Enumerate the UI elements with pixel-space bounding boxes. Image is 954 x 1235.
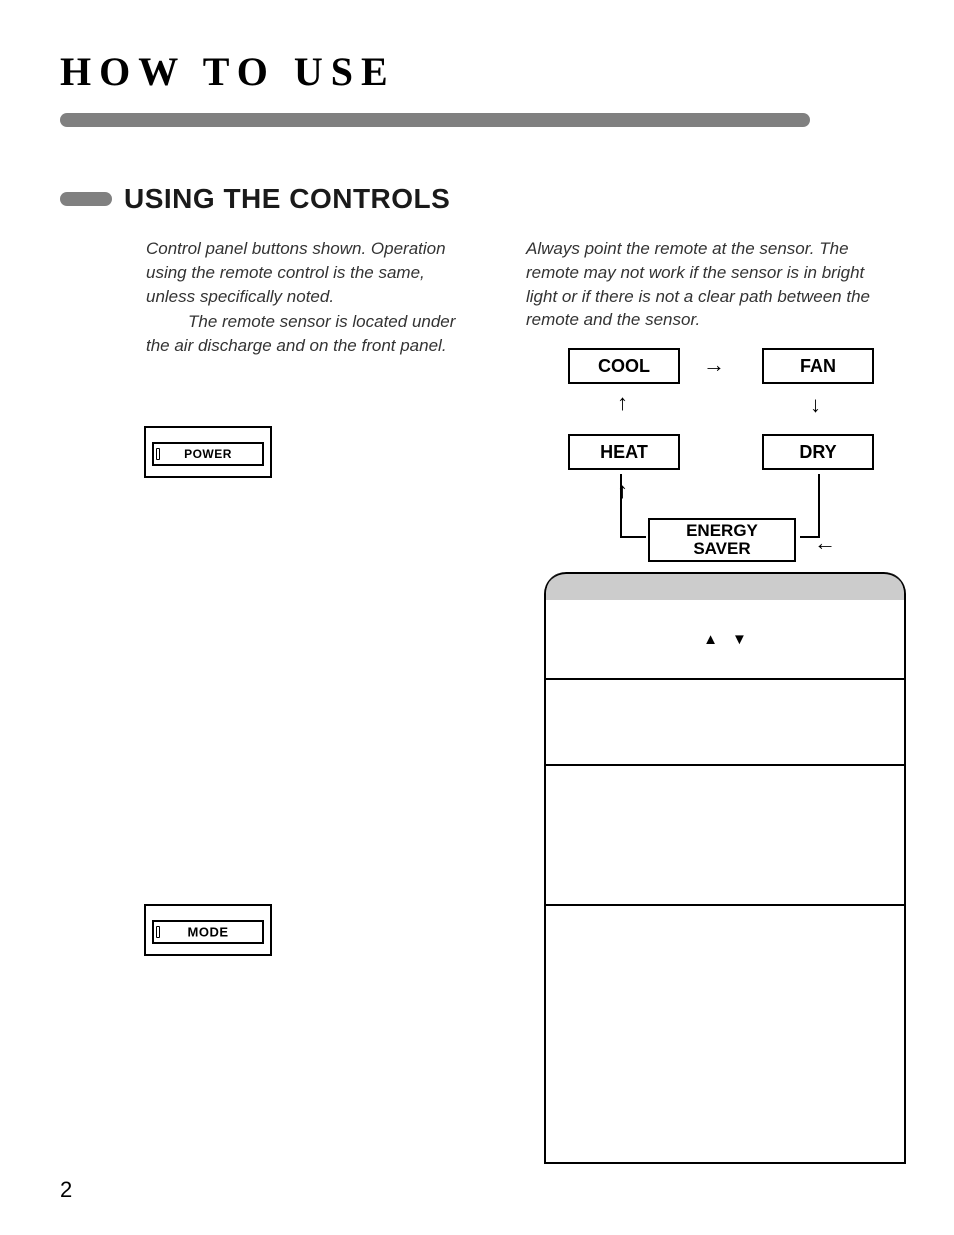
mode-box-energy-saver: ENERGY SAVER — [648, 518, 796, 562]
arrow-right-icon: → — [703, 352, 725, 378]
mode-box-cool: COOL — [568, 348, 680, 384]
power-button-label: POWER — [184, 447, 232, 461]
intro-left-p1: Control panel buttons shown. Operation u… — [146, 237, 476, 308]
page-number: 2 — [60, 1177, 72, 1203]
mode-box-dry: DRY — [762, 434, 874, 470]
arrow-down-icon: ↓ — [810, 392, 821, 418]
control-panel-row — [546, 680, 904, 766]
intro-left-p2: The remote sensor is located under the a… — [146, 312, 455, 355]
page-title: HOW TO USE — [60, 48, 894, 95]
control-panel-header — [546, 572, 904, 600]
mode-diagram: COOL FAN HEAT DRY ENERGY SAVER → ↑ ↓ ← ↑ — [548, 348, 910, 568]
triangle-up-icon: ▲ — [703, 631, 718, 648]
control-panel-row — [546, 906, 904, 1160]
power-button-notch-icon — [156, 448, 160, 460]
triangle-down-icon: ▼ — [732, 631, 747, 648]
mode-box-fan: FAN — [762, 348, 874, 384]
control-panel-arrows: ▲ ▼ — [546, 600, 904, 680]
mode-button-notch-icon — [156, 926, 160, 938]
connector-line — [818, 474, 820, 538]
arrow-up-icon: ↑ — [617, 390, 628, 416]
power-button[interactable]: POWER — [144, 426, 272, 478]
connector-line — [800, 536, 820, 538]
intro-text: Control panel buttons shown. Operation u… — [60, 237, 894, 358]
mode-button-label: MODE — [188, 925, 229, 940]
mode-energy-saver-line1: ENERGY — [686, 522, 758, 540]
control-panel: ▲ ▼ — [544, 572, 906, 1164]
connector-line — [620, 474, 622, 538]
control-panel-row — [546, 766, 904, 906]
mode-box-heat: HEAT — [568, 434, 680, 470]
title-divider — [60, 113, 810, 127]
section-header: USING THE CONTROLS — [60, 183, 894, 215]
mode-button[interactable]: MODE — [144, 904, 272, 956]
arrow-up-icon: ↑ — [617, 478, 628, 504]
intro-right: Always point the remote at the sensor. T… — [526, 237, 886, 358]
mode-energy-saver-line2: SAVER — [686, 540, 758, 558]
section-title: USING THE CONTROLS — [124, 183, 450, 215]
section-bullet-icon — [60, 192, 112, 206]
connector-line — [620, 536, 646, 538]
